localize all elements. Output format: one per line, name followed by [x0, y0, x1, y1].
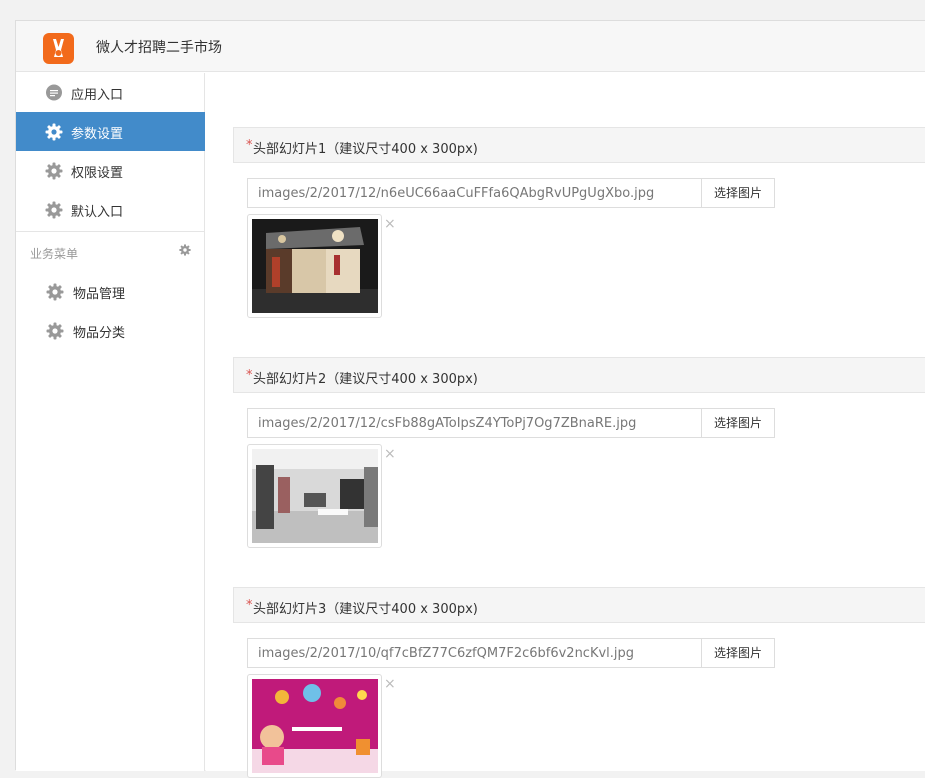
sidebar: 应用入口 参数设置 权限设置 默认入口 业务菜单 物品管理 物品分类 [16, 73, 205, 771]
gear-icon [45, 162, 63, 180]
app-logo[interactable] [43, 33, 74, 64]
slide-title: 头部幻灯片2（建议尺寸400 x 300px) [253, 372, 478, 387]
sidebar-item-label: 物品管理 [73, 287, 126, 302]
required-mark: * [246, 598, 253, 613]
slide-title: 头部幻灯片1（建议尺寸400 x 300px) [253, 142, 478, 157]
sidebar-item-label: 应用入口 [71, 88, 124, 103]
slide-1-path-input[interactable] [247, 178, 702, 208]
slide-1-remove-button[interactable]: × [384, 216, 396, 232]
store-interior-image [252, 449, 378, 543]
logo-icon [53, 39, 64, 57]
sidebar-item-label: 物品分类 [73, 326, 126, 341]
gear-icon [45, 123, 63, 141]
slide-title: 头部幻灯片3（建议尺寸400 x 300px) [253, 602, 478, 617]
sidebar-item-label: 权限设置 [71, 166, 124, 181]
sidebar-item-app-entry[interactable]: 应用入口 [16, 73, 205, 112]
gear-icon [45, 201, 63, 219]
chat-bubble-icon [46, 84, 62, 101]
slide-3-thumbnail [247, 674, 382, 778]
storefront-image [252, 219, 378, 313]
app-title: 微人才招聘二手市场 [96, 40, 222, 56]
sidebar-item-default-entry[interactable]: 默认入口 [16, 190, 205, 229]
sidebar-item-permissions[interactable]: 权限设置 [16, 151, 205, 190]
gear-icon [46, 322, 64, 340]
sidebar-section-title: 业务菜单 [30, 247, 79, 261]
balloon-banner-image [252, 679, 378, 773]
slide-1-header: * 头部幻灯片1（建议尺寸400 x 300px) [233, 127, 925, 163]
slide-1-select-image-button[interactable]: 选择图片 [701, 178, 775, 208]
slide-2-path-input[interactable] [247, 408, 702, 438]
slide-3-header: * 头部幻灯片3（建议尺寸400 x 300px) [233, 587, 925, 623]
required-mark: * [246, 368, 253, 383]
slide-1-thumbnail [247, 214, 382, 318]
slide-2-thumbnail [247, 444, 382, 548]
sidebar-item-goods-category[interactable]: 物品分类 [16, 311, 205, 350]
slide-2-header: * 头部幻灯片2（建议尺寸400 x 300px) [233, 357, 925, 393]
slide-3-path-input[interactable] [247, 638, 702, 668]
sidebar-divider [16, 231, 205, 232]
sidebar-item-label: 默认入口 [71, 205, 124, 220]
gear-icon[interactable] [179, 244, 191, 256]
main-content: * 头部幻灯片1（建议尺寸400 x 300px) 选择图片 [206, 73, 925, 778]
sidebar-item-label: 参数设置 [71, 127, 124, 142]
required-mark: * [246, 138, 253, 153]
slide-3-remove-button[interactable]: × [384, 676, 396, 692]
sidebar-item-params[interactable]: 参数设置 [16, 112, 205, 151]
slide-3-select-image-button[interactable]: 选择图片 [701, 638, 775, 668]
top-bar: 微人才招聘二手市场 [16, 21, 925, 72]
gear-icon [46, 283, 64, 301]
slide-2-remove-button[interactable]: × [384, 446, 396, 462]
sidebar-item-goods-management[interactable]: 物品管理 [16, 272, 205, 311]
slide-2-select-image-button[interactable]: 选择图片 [701, 408, 775, 438]
app-frame: 微人才招聘二手市场 应用入口 参数设置 权限设置 默认入口 业务菜单 物品管理 … [15, 20, 925, 778]
